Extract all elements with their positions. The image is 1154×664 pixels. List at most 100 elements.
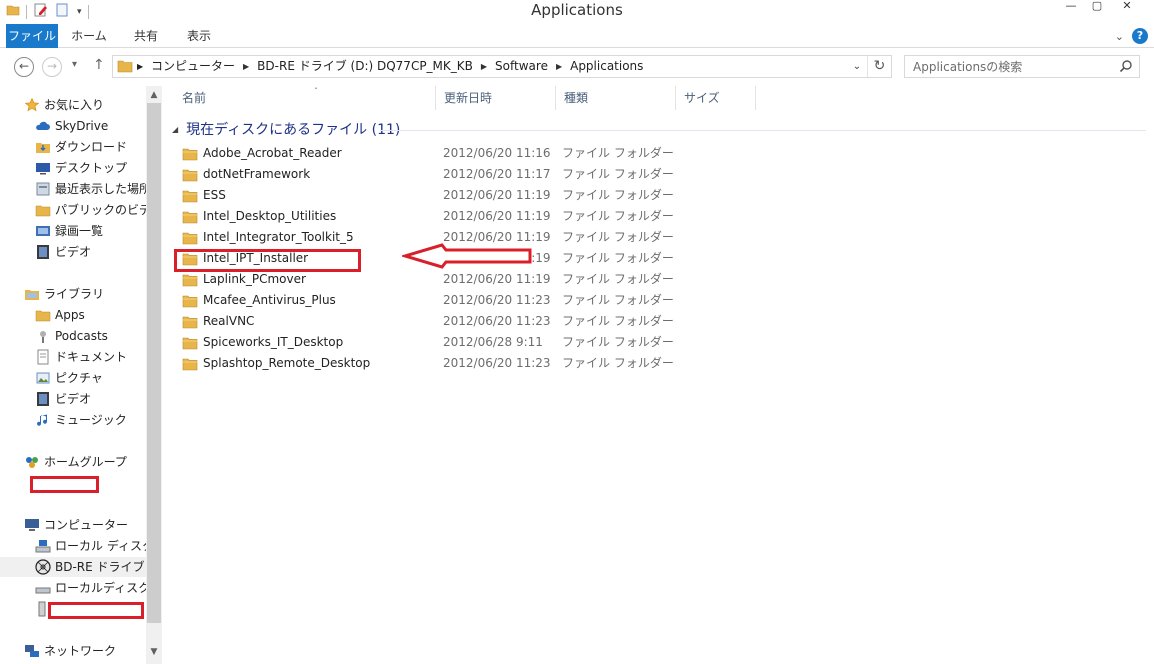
- address-dropdown-icon[interactable]: ⌄: [849, 56, 865, 77]
- nav-label: 録画一覧: [55, 224, 104, 238]
- file-row[interactable]: Splashtop_Remote_Desktop 2012/06/20 11:23…: [180, 353, 674, 374]
- breadcrumb-chevron-icon[interactable]: ▶: [481, 56, 487, 77]
- file-name: ESS: [203, 188, 226, 202]
- nav-label: SkyDrive: [55, 119, 109, 133]
- back-button[interactable]: ←: [14, 57, 34, 77]
- navigation-pane: お気に入り SkyDrive ダウンロード デスクトップ 最近表示した場所 パブ…: [0, 86, 146, 664]
- breadcrumb-software[interactable]: Software: [495, 56, 548, 77]
- close-button[interactable]: ✕: [1112, 0, 1142, 14]
- breadcrumb-chevron-icon[interactable]: ▶: [243, 56, 249, 77]
- navigation-bar: ← → ▾ ↑ ▶ コンピューター ▶ BD-RE ドライブ (D:) DQ77…: [0, 48, 1154, 86]
- forward-button[interactable]: →: [42, 57, 62, 77]
- nav-label: 最近表示した場所: [55, 182, 146, 196]
- nav-videos-lib[interactable]: ビデオ: [35, 389, 91, 409]
- nav-scrollbar-thumb[interactable]: [147, 103, 161, 623]
- nav-homegroup[interactable]: ホームグループ: [24, 452, 127, 472]
- search-box: [904, 55, 1140, 78]
- nav-label: ビデオ: [55, 392, 92, 406]
- star-icon: [24, 97, 40, 113]
- nav-label: ネットワーク: [44, 644, 117, 658]
- scroll-up-icon[interactable]: ▲: [146, 87, 162, 103]
- title-bar: ▾ Applications — ▢ ✕: [0, 0, 1154, 24]
- expand-ribbon-icon[interactable]: ⌄: [1115, 30, 1124, 43]
- tab-file[interactable]: ファイル: [6, 24, 58, 48]
- video-icon: [35, 244, 51, 260]
- address-bar[interactable]: ▶ コンピューター ▶ BD-RE ドライブ (D:) DQ77CP_MK_KB…: [112, 55, 892, 78]
- file-row[interactable]: Adobe_Acrobat_Reader 2012/06/20 11:16 ファイル…: [180, 143, 674, 164]
- nav-downloads[interactable]: ダウンロード: [35, 137, 127, 157]
- nav-music[interactable]: ミュージック: [35, 410, 127, 430]
- column-header-name[interactable]: 名前 ˆ: [174, 86, 436, 110]
- column-label: 種類: [564, 91, 589, 105]
- file-date: 2012/06/20 11:19: [443, 209, 551, 223]
- file-name: RealVNC: [203, 314, 255, 328]
- nav-network[interactable]: ネットワーク: [24, 641, 116, 661]
- nav-local-disk-e[interactable]: ローカルディスク (E: [35, 578, 146, 598]
- file-date: 2012/06/20 11:23: [443, 356, 551, 370]
- nav-videos-fav[interactable]: ビデオ: [35, 242, 91, 262]
- recent-locations-icon[interactable]: ▾: [72, 59, 77, 70]
- file-row[interactable]: RealVNC 2012/06/20 11:23 ファイル フォルダー: [180, 311, 674, 332]
- scroll-down-icon[interactable]: ▼: [146, 644, 162, 660]
- folder-icon: [182, 356, 198, 378]
- breadcrumb-chevron-icon[interactable]: ▶: [137, 56, 143, 77]
- nav-local-disk-c[interactable]: ローカル ディスク (C: [35, 536, 146, 556]
- nav-libraries[interactable]: ライブラリ: [24, 284, 104, 304]
- nav-documents[interactable]: ドキュメント: [35, 347, 127, 367]
- breadcrumb-drive[interactable]: BD-RE ドライブ (D:) DQ77CP_MK_KB: [257, 56, 473, 77]
- nav-skydrive[interactable]: SkyDrive: [35, 116, 108, 136]
- library-icon: [24, 286, 40, 302]
- nav-favorites[interactable]: お気に入り: [24, 95, 104, 115]
- recent-places-icon: [35, 181, 51, 197]
- file-row[interactable]: Spiceworks_IT_Desktop 2012/06/28 9:11 ファイル…: [180, 332, 674, 353]
- folder-icon: [35, 202, 51, 218]
- file-row[interactable]: ESS 2012/06/20 11:19 ファイル フォルダー: [180, 185, 674, 206]
- file-row[interactable]: dotNetFramework 2012/06/20 11:17 ファイル フォルダ…: [180, 164, 674, 185]
- picture-icon: [35, 370, 51, 386]
- nav-public-videos[interactable]: パブリックのビデオ: [35, 200, 146, 220]
- nav-pictures[interactable]: ピクチャ: [35, 368, 103, 388]
- tab-home[interactable]: ホーム: [66, 24, 112, 48]
- highlight-box-intel-ipt: [174, 249, 361, 272]
- nav-bd-re-drive[interactable]: BD-RE ドライブ (D: [0, 557, 146, 577]
- file-type: ファイル フォルダー: [562, 230, 674, 244]
- folder-icon: [117, 59, 133, 76]
- file-row[interactable]: Intel_Desktop_Utilities 2012/06/20 11:19 フ…: [180, 206, 674, 227]
- file-row[interactable]: Mcafee_Antivirus_Plus 2012/06/20 11:23 ファイ…: [180, 290, 674, 311]
- help-icon[interactable]: ?: [1132, 28, 1148, 44]
- file-name: Mcafee_Antivirus_Plus: [203, 293, 336, 307]
- breadcrumb-computer[interactable]: コンピューター: [151, 56, 235, 77]
- tab-view[interactable]: 表示: [176, 24, 222, 48]
- maximize-button[interactable]: ▢: [1082, 0, 1112, 14]
- nav-recent-places[interactable]: 最近表示した場所: [35, 179, 146, 199]
- file-name: Intel_Integrator_Toolkit_5: [203, 230, 354, 244]
- cloud-icon: [35, 118, 51, 134]
- nav-desktop[interactable]: デスクトップ: [35, 158, 127, 178]
- column-header-date[interactable]: 更新日時: [436, 86, 556, 110]
- search-icon[interactable]: [1119, 59, 1133, 76]
- annotation-arrow-icon: [402, 243, 532, 269]
- group-divider: [380, 130, 1146, 131]
- nav-recordings[interactable]: 録画一覧: [35, 221, 103, 241]
- breadcrumb: コンピューター ▶ BD-RE ドライブ (D:) DQ77CP_MK_KB ▶…: [151, 56, 643, 77]
- up-arrow-icon[interactable]: ↑: [93, 57, 105, 73]
- tab-share[interactable]: 共有: [124, 24, 168, 48]
- nav-podcasts[interactable]: Podcasts: [35, 326, 108, 346]
- column-header-size[interactable]: サイズ: [676, 86, 756, 110]
- nav-label: ドキュメント: [55, 350, 128, 364]
- group-header[interactable]: ◢ 現在ディスクにあるファイル (11): [172, 120, 400, 140]
- nav-computer[interactable]: コンピューター: [24, 515, 128, 535]
- collapse-caret-icon[interactable]: ◢: [172, 120, 178, 140]
- file-row[interactable]: Laplink_PCmover 2012/06/20 11:19 ファイル フォルダ…: [180, 269, 674, 290]
- nav-label: BD-RE ドライブ (D: [55, 560, 146, 574]
- search-input[interactable]: [905, 56, 1105, 77]
- sort-ascending-icon: ˆ: [314, 87, 318, 96]
- refresh-icon[interactable]: ↻: [867, 56, 891, 77]
- column-header-type[interactable]: 種類: [556, 86, 676, 110]
- file-date: 2012/06/20 11:16: [443, 146, 551, 160]
- breadcrumb-chevron-icon[interactable]: ▶: [556, 56, 562, 77]
- file-date: 2012/06/20 11:19: [443, 272, 551, 286]
- nav-apps[interactable]: Apps: [35, 305, 85, 325]
- breadcrumb-applications[interactable]: Applications: [570, 56, 643, 77]
- download-folder-icon: [35, 139, 51, 155]
